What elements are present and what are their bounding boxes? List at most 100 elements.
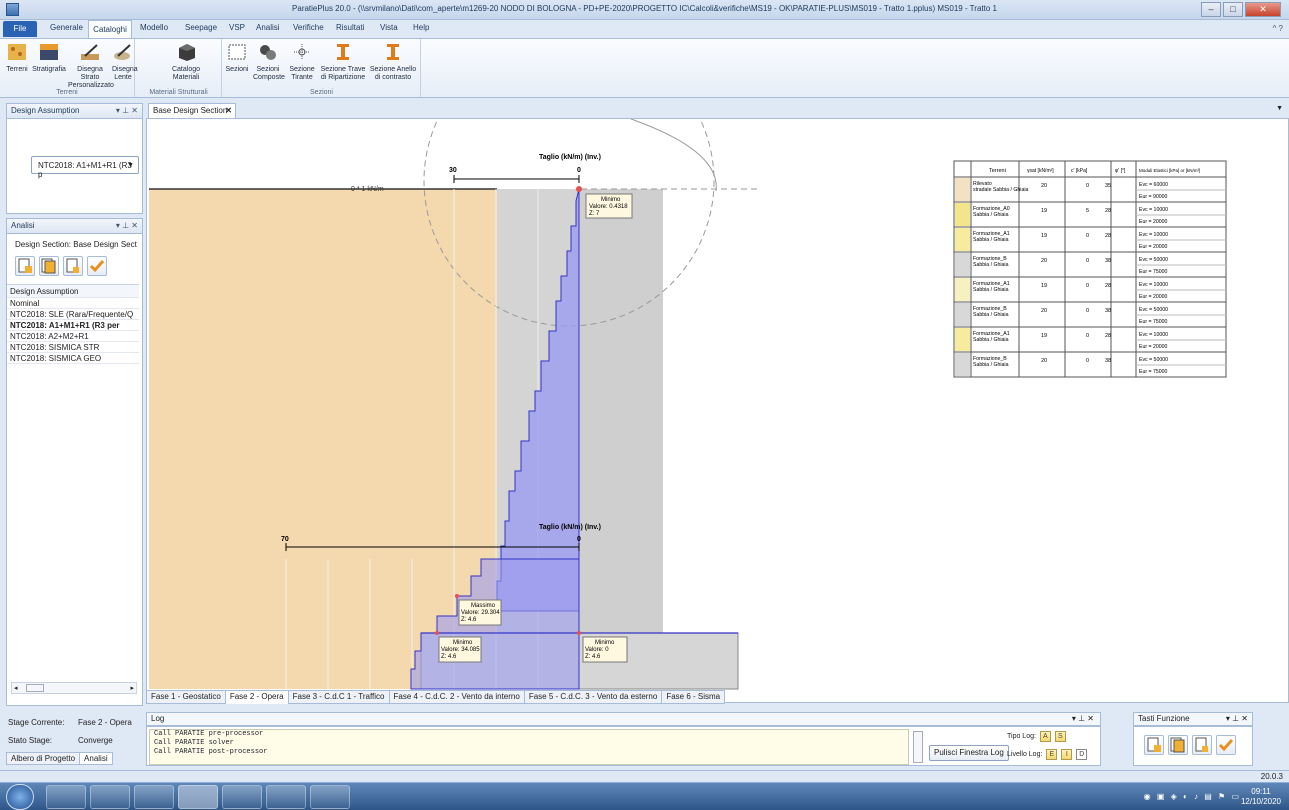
tipo-log-label: Tipo Log:	[1007, 733, 1036, 740]
check-button[interactable]	[87, 256, 107, 276]
pin-icon[interactable]: ▾ ⊥ ✕	[1072, 713, 1094, 725]
calc-design-button[interactable]	[63, 256, 83, 276]
close-tab-icon[interactable]: ✕	[225, 104, 232, 117]
livello-e-toggle[interactable]: E	[1046, 749, 1058, 760]
minimize-button[interactable]: –	[1201, 2, 1221, 17]
list-item[interactable]: NTC2018: SLE (Rara/Frequente/Q	[7, 309, 139, 320]
tipo-a-toggle[interactable]: A	[1039, 731, 1051, 742]
tab-dropdown-icon[interactable]: ▼	[1276, 105, 1283, 112]
calc-button[interactable]	[15, 256, 35, 276]
livello-i-toggle[interactable]: I	[1061, 749, 1073, 760]
taskbar-app-calculator[interactable]	[46, 785, 86, 809]
design-assumption-select[interactable]: NTC2018: A1+M1+R1 (R3 p ▼	[31, 156, 139, 179]
disegna-strato-button[interactable]: Disegna Strato Personalizzato	[68, 42, 114, 90]
sezione-tirante-button[interactable]: Sezione Tirante	[286, 42, 318, 82]
lens-pencil-icon	[114, 44, 131, 60]
func-calc-all-button[interactable]	[1168, 735, 1188, 755]
ribbon-help-icon[interactable]: ^ ?	[1273, 24, 1283, 33]
taskbar-app-acrobat[interactable]	[222, 785, 262, 809]
soil-modulus: Eur = 20000	[1139, 294, 1168, 300]
chevron-down-icon: ▼	[127, 162, 134, 169]
log-panel: Log ▾ ⊥ ✕ Call PARATIE pre-processor Cal…	[146, 712, 1101, 766]
clear-log-button[interactable]: Pulisci Finestra Log	[929, 745, 1009, 761]
menu-vsp[interactable]: VSP	[229, 23, 245, 32]
menu-seepage[interactable]: Seepage	[185, 23, 217, 32]
pin-icon[interactable]: ▾ ⊥ ✕	[116, 104, 138, 118]
list-item[interactable]: NTC2018: A2+M2+R1	[7, 331, 139, 342]
tab-analisi[interactable]: Analisi	[79, 752, 113, 765]
clock[interactable]: 09:11 12/10/2020	[1241, 787, 1281, 807]
scroll-right-icon[interactable]: ▸	[130, 684, 134, 692]
maximize-button[interactable]: □	[1223, 2, 1243, 17]
tab-albero-progetto[interactable]: Albero di Progetto	[6, 752, 81, 765]
tab-fase-1[interactable]: Fase 1 - Geostatico	[146, 690, 226, 704]
func-calc-button[interactable]	[1144, 735, 1164, 755]
func-calc-design-button[interactable]	[1192, 735, 1212, 755]
terreni-button[interactable]: Terreni	[4, 42, 30, 74]
calculator-design-icon	[66, 258, 79, 273]
menu-generale[interactable]: Generale	[50, 23, 83, 32]
min-marker-2[interactable]	[435, 631, 439, 635]
sezioni-button[interactable]: Sezioni	[225, 42, 249, 74]
soil-value: 28	[1105, 233, 1111, 239]
soil-table: Terreni γsat [kN/m³] c' [kPa] φ' [°] Mod…	[953, 160, 1227, 378]
sezione-trave-button[interactable]: Sezione Trave di Ripartizione	[319, 42, 367, 82]
taskbar-app-firefox[interactable]	[134, 785, 174, 809]
disegna-lente-button[interactable]: Disegna Lente	[112, 42, 138, 82]
taskbar-app-other[interactable]	[310, 785, 350, 809]
pin-icon[interactable]: ▾ ⊥ ✕	[1226, 713, 1248, 725]
system-tray-icons[interactable]: ◉ ▣ ◈ ◐ ♪ ▤ ⚑ ▭	[1144, 792, 1241, 801]
taskbar-app-paratie[interactable]	[178, 785, 218, 809]
menu-verifiche[interactable]: Verifiche	[293, 23, 324, 32]
list-item[interactable]: NTC2018: SISMICA GEO	[7, 353, 139, 364]
list-item-selected[interactable]: NTC2018: A1+M1+R1 (R3 per	[7, 320, 139, 331]
menu-vista[interactable]: Vista	[380, 23, 398, 32]
stratigrafia-icon	[40, 44, 58, 60]
catalogo-materiali-button[interactable]: Catalogo Materiali	[166, 42, 206, 82]
menu-file[interactable]: File	[3, 21, 37, 37]
scroll-thumb[interactable]	[26, 684, 44, 692]
menu-analisi[interactable]: Analisi	[256, 23, 280, 32]
menu-risultati[interactable]: Risultati	[336, 23, 364, 32]
clock-time: 09:11	[1251, 787, 1271, 796]
checkmark-icon	[1218, 739, 1234, 752]
tab-fase-5[interactable]: Fase 5 - C.d.C. 3 - Vento da esterno	[523, 690, 663, 704]
livello-log-label: Livello Log:	[1007, 751, 1043, 758]
sezione-anello-button[interactable]: Sezione Anello di contrasto	[369, 42, 417, 82]
menu-cataloghi[interactable]: Cataloghi	[88, 20, 132, 39]
close-button[interactable]: ✕	[1245, 2, 1281, 17]
start-button[interactable]	[6, 784, 34, 810]
pin-icon[interactable]: ▾ ⊥ ✕	[116, 219, 138, 233]
log-scrollbar[interactable]	[913, 731, 923, 763]
tab-fase-2[interactable]: Fase 2 - Opera	[224, 690, 289, 704]
log-line: Call PARATIE solver	[154, 739, 234, 747]
stratigrafia-button[interactable]: Stratigrafia	[32, 42, 66, 74]
calc-all-button[interactable]	[39, 256, 59, 276]
taskbar-app-explorer[interactable]	[90, 785, 130, 809]
tipo-s-toggle[interactable]: S	[1054, 731, 1066, 742]
list-item[interactable]: Nominal	[7, 298, 139, 309]
max-marker[interactable]	[455, 594, 459, 598]
pencil-icon	[81, 44, 99, 60]
menu-modello[interactable]: Modello	[140, 23, 168, 32]
func-check-button[interactable]	[1216, 735, 1236, 755]
min-marker[interactable]	[576, 186, 582, 192]
taskbar-app-word[interactable]	[266, 785, 306, 809]
sezioni-composte-button[interactable]: Sezioni Composte	[253, 42, 285, 82]
menu-help[interactable]: Help	[413, 23, 429, 32]
min-marker-3[interactable]	[577, 631, 581, 635]
log-output[interactable]: Call PARATIE pre-processor Call PARATIE …	[149, 729, 909, 765]
tooltip-min-left: Minimo Valore: 34.085 Z: 4.6	[438, 636, 482, 663]
tab-fase-4[interactable]: Fase 4 - C.d.C. 2 - Vento da interno	[388, 690, 525, 704]
stage-state-label: Stato Stage:	[8, 736, 53, 745]
tab-fase-3[interactable]: Fase 3 - C.d.C 1 - Traffico	[287, 690, 390, 704]
tab-base-design-section[interactable]: Base Design Section ✕	[148, 103, 236, 118]
tab-fase-6[interactable]: Fase 6 - Sisma	[661, 690, 726, 704]
livello-d-toggle[interactable]: D	[1076, 749, 1088, 760]
svg-text:Z: 4.6: Z: 4.6	[441, 654, 457, 660]
horizontal-scrollbar[interactable]: ◂ ▸	[11, 682, 137, 694]
scroll-left-icon[interactable]: ◂	[14, 684, 18, 692]
list-item[interactable]: NTC2018: SISMICA STR	[7, 342, 139, 353]
drawing-canvas[interactable]: Taglio (kN/m) (Inv.) 30 0 Taglio (kN/m) …	[146, 118, 1289, 703]
beam-icon	[337, 44, 349, 60]
